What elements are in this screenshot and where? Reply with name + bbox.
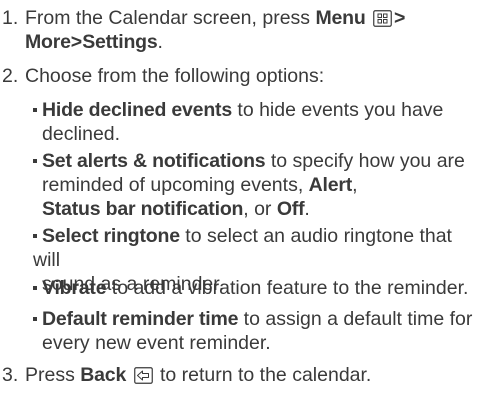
bullet-icon (33, 108, 37, 112)
step-1-intro: From the Calendar screen, press (25, 7, 311, 29)
option-description: to hide events you have (231, 99, 444, 121)
bullet-icon (33, 317, 37, 321)
step-1-end: . (157, 31, 163, 53)
option-description: to specify how you are (265, 150, 465, 172)
status-bar-notification-choice: Status bar notification (42, 198, 244, 220)
option-description-text: reminded of upcoming events, (42, 174, 309, 196)
settings-label: Settings (82, 31, 158, 53)
more-label: More (25, 31, 71, 53)
bullet-icon (33, 159, 37, 163)
step-text: Press Back to return to the calendar. (25, 363, 481, 387)
step-3-intro: Press (25, 364, 75, 386)
option-description-cont: reminded of upcoming events, Alert, (33, 173, 481, 197)
option-label: Default reminder time (42, 308, 239, 330)
option-label: Set alerts & notifications (42, 150, 266, 172)
bullet-icon (33, 234, 37, 238)
bullet-icon (33, 286, 37, 290)
option-label: Vibrate (42, 277, 107, 299)
step-number: 3. (2, 364, 19, 386)
menu-separator: > (70, 31, 83, 53)
option-description: to assign a default time for (238, 308, 473, 330)
step-number: 1. (2, 7, 19, 29)
menu-separator: > (394, 7, 406, 29)
off-choice: Off (276, 198, 305, 220)
or-text: , or (243, 198, 277, 220)
comma: , (352, 174, 358, 196)
option-set-alerts-notifications: Set alerts & notifications to specify ho… (33, 149, 481, 221)
option-description-cont: Status bar notification, or Off. (33, 197, 481, 221)
step-text: Choose from the following options: (25, 65, 325, 87)
option-hide-declined-events: Hide declined events to hide events you … (33, 98, 481, 146)
option-label: Hide declined events (42, 99, 232, 121)
option-description: to add a vibration feature to the remind… (106, 277, 469, 299)
step-3-outro: to return to the calendar. (159, 364, 372, 386)
menu-key-label: Menu (315, 7, 366, 29)
step-number: 2. (2, 65, 19, 87)
option-description-cont: declined. (42, 123, 121, 145)
step-text: From the Calendar screen, press Menu > M… (25, 6, 481, 54)
menu-key-icon (373, 10, 392, 27)
back-key-icon (133, 367, 153, 384)
option-label: Select ringtone (42, 225, 180, 247)
option-vibrate: Vibrate to add a vibration feature to th… (33, 276, 481, 300)
back-key-label: Back (80, 364, 127, 386)
option-description-cont: every new event reminder. (42, 332, 271, 354)
option-default-reminder-time: Default reminder time to assign a defaul… (33, 307, 481, 355)
instruction-page: 1. From the Calendar screen, press Menu … (0, 0, 485, 393)
alert-choice: Alert (308, 174, 353, 196)
period: . (304, 198, 310, 220)
